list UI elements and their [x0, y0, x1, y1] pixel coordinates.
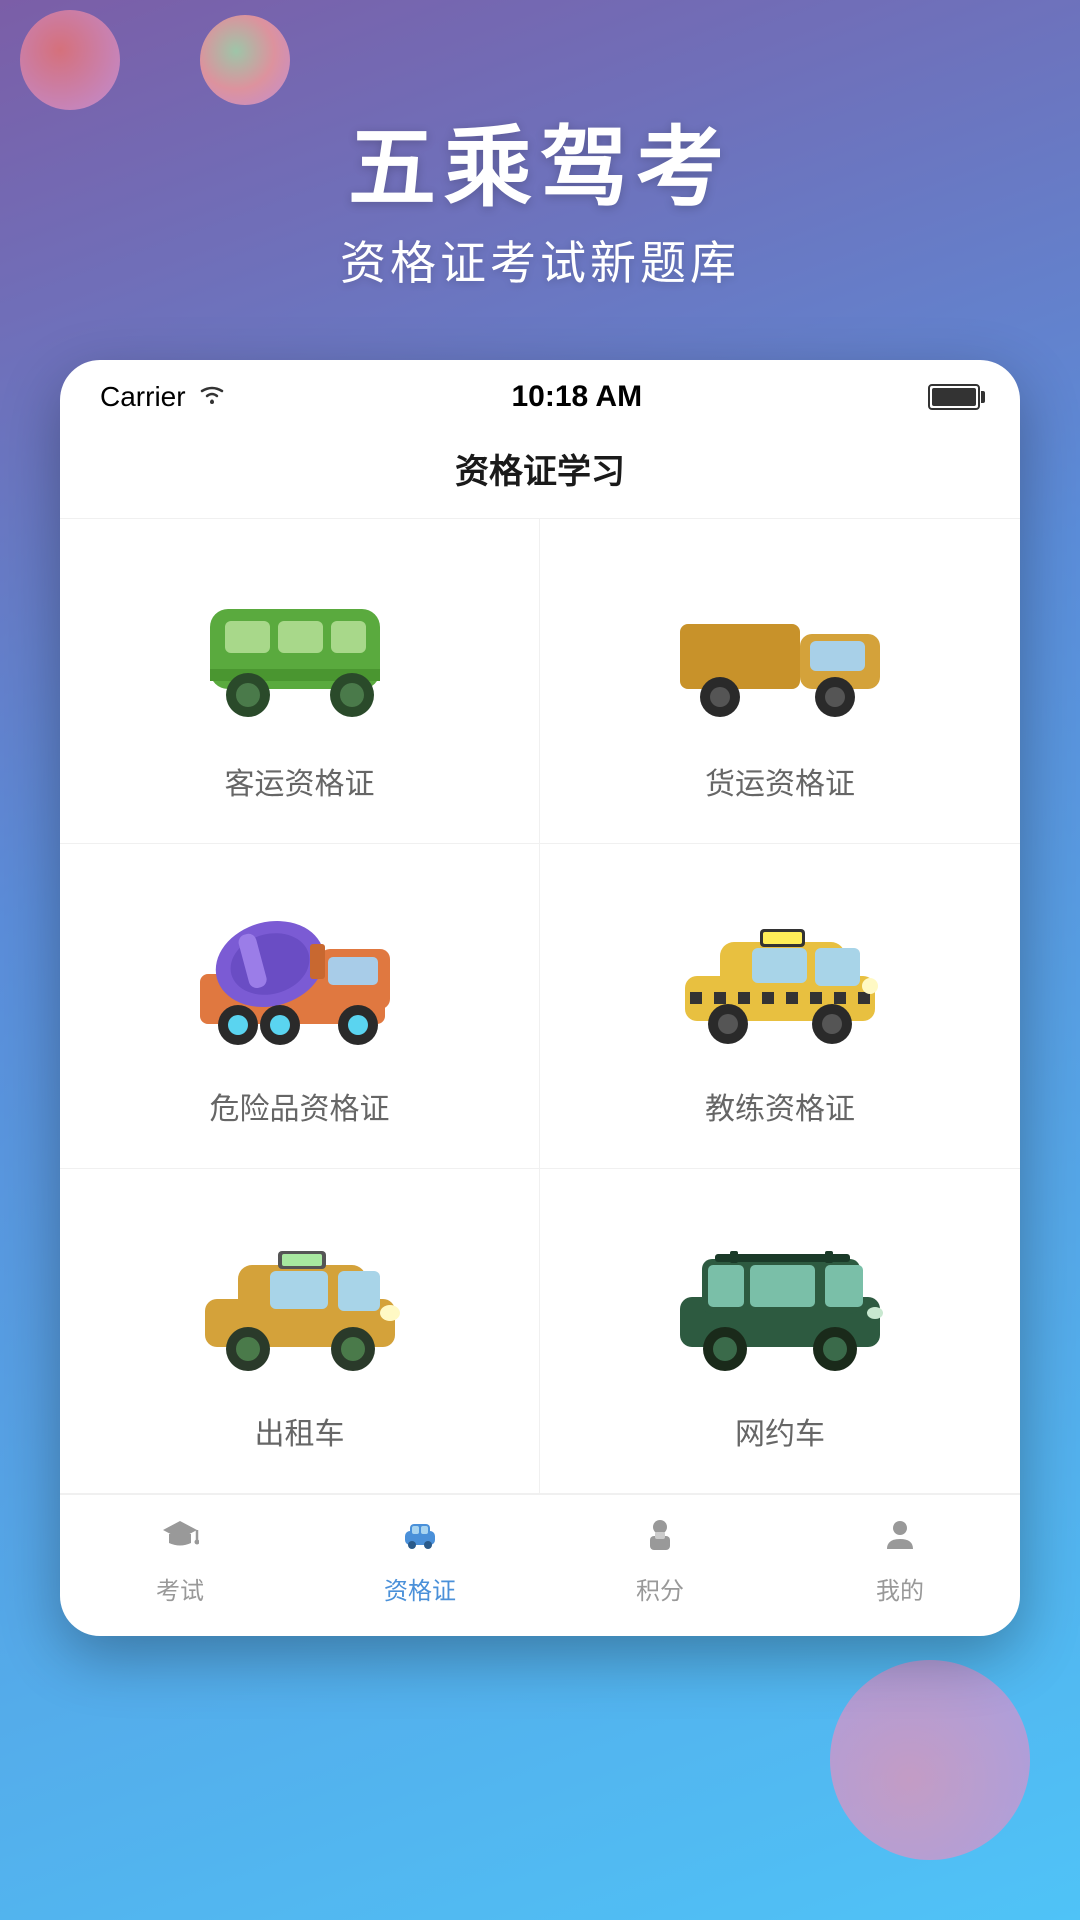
- grid-item-passenger[interactable]: 客运资格证: [60, 519, 540, 844]
- header-area: 五乘驾考 资格证考试新题库: [0, 0, 1080, 333]
- hazmat-label: 危险品资格证: [210, 1084, 390, 1128]
- bg-decoration-circle-bottom: [830, 1660, 1030, 1860]
- hazmat-truck-icon: [190, 894, 410, 1054]
- graduation-cap-icon: [161, 1515, 199, 1563]
- tab-label-points: 积分: [636, 1571, 684, 1606]
- page-title: 资格证学习: [60, 424, 1020, 519]
- carrier-label: Carrier: [100, 381, 186, 413]
- trainer-label: 教练资格证: [705, 1084, 855, 1128]
- freight-label: 货运资格证: [705, 759, 855, 803]
- rideshare-label: 网约车: [735, 1409, 825, 1453]
- bg-decoration-circle-2: [200, 15, 290, 105]
- taxi-label: 出租车: [255, 1409, 345, 1453]
- bg-decoration-circle-1: [20, 10, 120, 110]
- grid-item-trainer[interactable]: 教练资格证: [540, 844, 1020, 1169]
- wifi-icon: [198, 383, 226, 412]
- car-icon: [401, 1515, 439, 1563]
- grid-item-rideshare[interactable]: 网约车: [540, 1169, 1020, 1493]
- tab-bar: 考试 资格证: [60, 1494, 1020, 1636]
- status-left: Carrier: [100, 381, 226, 413]
- battery-fill: [932, 388, 976, 406]
- tab-label-exam: 考试: [156, 1571, 204, 1606]
- tab-item-mine[interactable]: 我的: [840, 1515, 960, 1606]
- passenger-label: 客运资格证: [225, 759, 375, 803]
- tab-item-points[interactable]: 积分: [600, 1515, 720, 1606]
- person-badge-icon: [641, 1515, 679, 1563]
- tab-label-certificate: 资格证: [384, 1571, 456, 1606]
- trainer-car-icon: [670, 894, 890, 1054]
- passenger-bus-icon: [190, 569, 410, 729]
- tab-item-certificate[interactable]: 资格证: [360, 1515, 480, 1606]
- tab-item-exam[interactable]: 考试: [120, 1515, 240, 1606]
- vehicle-grid: 客运资格证 货运资格证: [60, 519, 1020, 1494]
- taxi-car-icon: [190, 1219, 410, 1379]
- phone-frame: Carrier 10:18 AM 资格证学习: [60, 360, 1020, 1636]
- app-title: 五乘驾考: [0, 120, 1080, 217]
- status-time: 10:18 AM: [511, 380, 642, 414]
- grid-item-hazmat[interactable]: 危险品资格证: [60, 844, 540, 1169]
- tab-label-mine: 我的: [876, 1571, 924, 1606]
- app-subtitle: 资格证考试新题库: [0, 227, 1080, 293]
- rideshare-car-icon: [670, 1219, 890, 1379]
- person-icon: [881, 1515, 919, 1563]
- grid-item-freight[interactable]: 货运资格证: [540, 519, 1020, 844]
- status-bar: Carrier 10:18 AM: [60, 360, 1020, 424]
- battery-icon: [928, 384, 980, 410]
- freight-truck-icon: [670, 569, 890, 729]
- grid-item-taxi[interactable]: 出租车: [60, 1169, 540, 1493]
